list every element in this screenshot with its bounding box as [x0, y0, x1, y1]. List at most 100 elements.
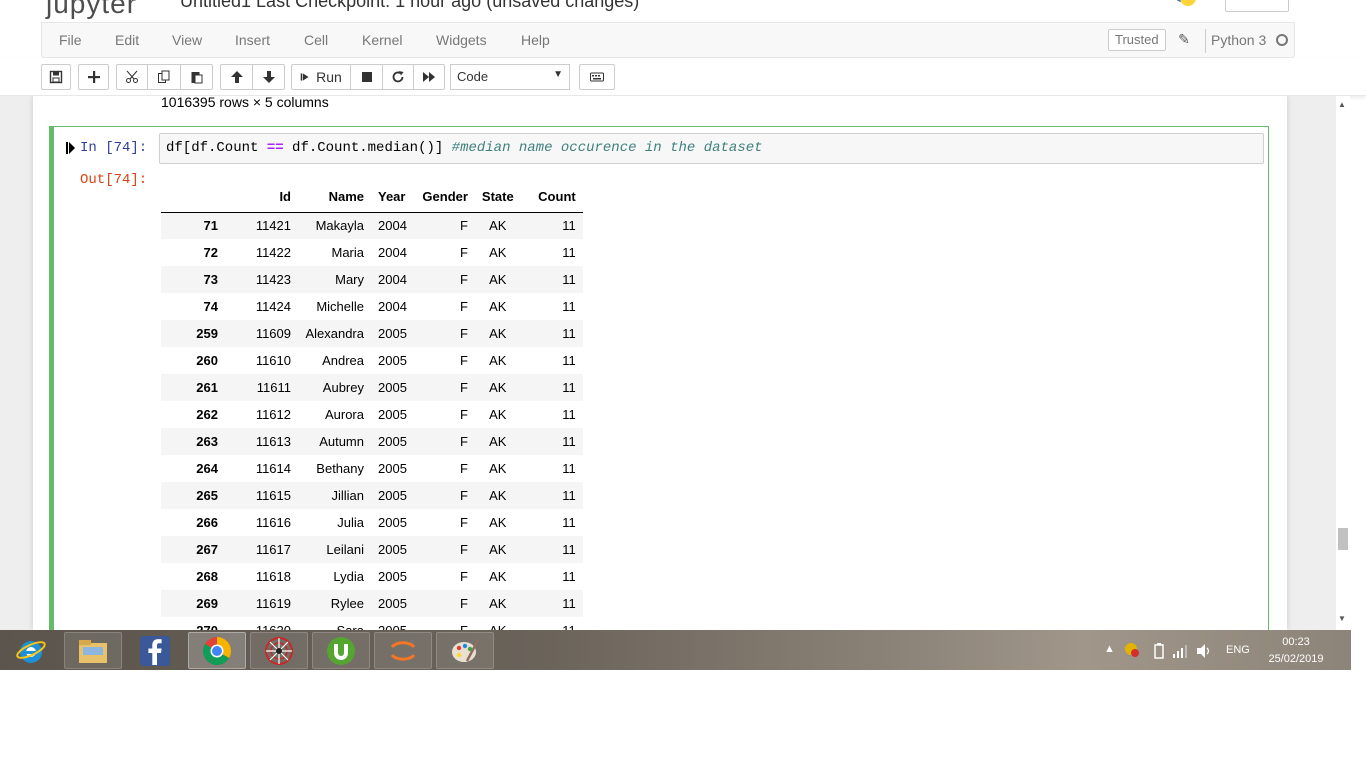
cell-name: Makayla	[315, 218, 364, 234]
windows-taskbar: ▲ ENG 00:23 25/02/2019	[0, 630, 1351, 670]
menubar: File Edit View Insert Cell Kernel Widget…	[41, 22, 1295, 58]
cell-year: 2004	[378, 299, 407, 314]
cell-count: 11	[562, 569, 576, 584]
cell-gender: F	[459, 326, 468, 341]
code-comment: #median name occurence in the dataset	[451, 140, 763, 156]
edit-pencil-icon[interactable]: ✎	[1176, 31, 1192, 47]
cell-id: 11610	[255, 353, 291, 368]
stop-icon	[361, 72, 372, 82]
facebook-icon	[140, 635, 170, 666]
restart-kernel-button[interactable]	[382, 64, 414, 90]
code-line: df[df.Count == df.Count.median()] #media…	[166, 140, 763, 156]
cell-state: AK	[489, 461, 507, 476]
cell-gender: F	[459, 596, 468, 611]
cell-id: 11421	[255, 218, 291, 234]
cell-gender: F	[459, 299, 468, 314]
row-index: 268	[196, 569, 218, 584]
move-down-button[interactable]	[252, 64, 285, 90]
insert-cell-button[interactable]	[78, 64, 109, 90]
command-palette-button[interactable]	[579, 64, 615, 90]
table-header-row: Id Name Year Gender State Count	[161, 182, 583, 213]
taskbar-file-explorer[interactable]	[64, 632, 122, 669]
notebook-title[interactable]: Untitled1 Last Checkpoint: 1 hour ago (u…	[180, 0, 639, 12]
code-operator: ==	[266, 140, 284, 156]
security-tray-icon[interactable]	[1123, 641, 1141, 659]
show-hidden-icons-icon[interactable]: ▲	[1104, 643, 1115, 655]
kernel-name[interactable]: Python 3	[1211, 32, 1266, 48]
cell-year: 2005	[378, 569, 407, 584]
cut-button[interactable]	[116, 64, 148, 90]
taskbar-facebook[interactable]	[126, 632, 184, 669]
jupyter-logo[interactable]: jupyter	[46, 0, 137, 20]
cell-id: 11619	[255, 596, 291, 611]
menu-edit[interactable]: Edit	[115, 32, 139, 48]
cell-year: 2004	[378, 272, 407, 287]
network-signal-icon[interactable]	[1172, 644, 1188, 658]
cell-id: 11422	[255, 245, 291, 260]
restart-run-all-button[interactable]	[413, 64, 445, 90]
paste-button[interactable]	[180, 64, 213, 90]
save-button[interactable]	[41, 64, 71, 90]
table-row: 269 11619 Rylee 2005 F AK 11	[161, 590, 583, 617]
battery-icon[interactable]	[1154, 643, 1164, 659]
volume-icon[interactable]	[1196, 643, 1212, 659]
cell-count: 11	[562, 245, 576, 260]
menu-cell[interactable]: Cell	[304, 32, 328, 48]
fast-forward-icon	[423, 72, 435, 82]
cell-count: 11	[562, 218, 576, 234]
menu-insert[interactable]: Insert	[235, 32, 270, 48]
row-index: 72	[203, 245, 218, 260]
table-row: 267 11617 Leilani 2005 F AK 11	[161, 536, 583, 563]
code-input-area[interactable]: df[df.Count == df.Count.median()] #media…	[159, 133, 1264, 164]
taskbar-jupyter-app[interactable]	[374, 632, 432, 669]
cell-gender: F	[459, 407, 468, 422]
cell-type-select[interactable]: Code ▼	[450, 64, 570, 90]
run-button[interactable]: Run	[291, 64, 351, 90]
clock-time[interactable]: 00:23	[1266, 636, 1326, 648]
copy-button[interactable]	[147, 64, 181, 90]
column-header-state: State	[474, 182, 521, 213]
interrupt-kernel-button[interactable]	[350, 64, 383, 90]
copy-icon	[158, 70, 170, 83]
taskbar-utorrent[interactable]	[312, 632, 370, 669]
vertical-scrollbar[interactable]: ▲ ▼	[1336, 96, 1350, 630]
scrollbar-thumb[interactable]	[1338, 528, 1348, 550]
cell-name: Julia	[337, 515, 364, 530]
menu-view[interactable]: View	[172, 32, 202, 48]
table-row: 263 11613 Autumn 2005 F AK 11	[161, 428, 583, 455]
taskbar-internet-explorer[interactable]	[2, 632, 60, 669]
menu-help[interactable]: Help	[521, 32, 550, 48]
column-header-name: Name	[298, 182, 371, 213]
code-cell-selected[interactable]: In [74]: df[df.Count == df.Count.median(…	[49, 126, 1269, 630]
cell-state: AK	[489, 569, 507, 584]
taskbar-chrome[interactable]	[188, 632, 246, 669]
save-icon	[49, 70, 63, 84]
move-up-button[interactable]	[220, 64, 253, 90]
cell-state: AK	[489, 380, 507, 395]
cell-count: 11	[562, 596, 576, 611]
row-index: 269	[196, 596, 218, 611]
menu-kernel[interactable]: Kernel	[362, 32, 402, 48]
cell-state: AK	[489, 245, 507, 260]
notebook-container[interactable]: 1016395 rows × 5 columns In [74]: df[df.…	[0, 96, 1336, 630]
cell-year: 2005	[378, 542, 407, 557]
cell-name: Maria	[331, 245, 364, 260]
scroll-down-arrow-icon[interactable]: ▼	[1338, 614, 1346, 623]
cell-year: 2004	[378, 245, 407, 260]
logout-button[interactable]	[1225, 0, 1289, 12]
clock-date[interactable]: 25/02/2019	[1266, 653, 1326, 665]
jupyter-header: jupyter Untitled1 Last Checkpoint: 1 hou…	[0, 0, 1366, 22]
row-index: 259	[196, 326, 218, 341]
cell-name: Jillian	[331, 488, 364, 503]
scroll-up-arrow-icon[interactable]: ▲	[1338, 100, 1346, 109]
utorrent-icon	[327, 636, 355, 665]
cell-state: AK	[489, 326, 507, 341]
taskbar-spider-app[interactable]	[250, 632, 308, 669]
cell-id: 11613	[255, 434, 291, 449]
trusted-badge[interactable]: Trusted	[1108, 29, 1166, 51]
menu-file[interactable]: File	[59, 32, 82, 48]
menu-widgets[interactable]: Widgets	[436, 32, 487, 48]
cell-count: 11	[562, 461, 576, 476]
taskbar-paint[interactable]	[436, 632, 494, 669]
language-indicator[interactable]: ENG	[1226, 644, 1250, 656]
